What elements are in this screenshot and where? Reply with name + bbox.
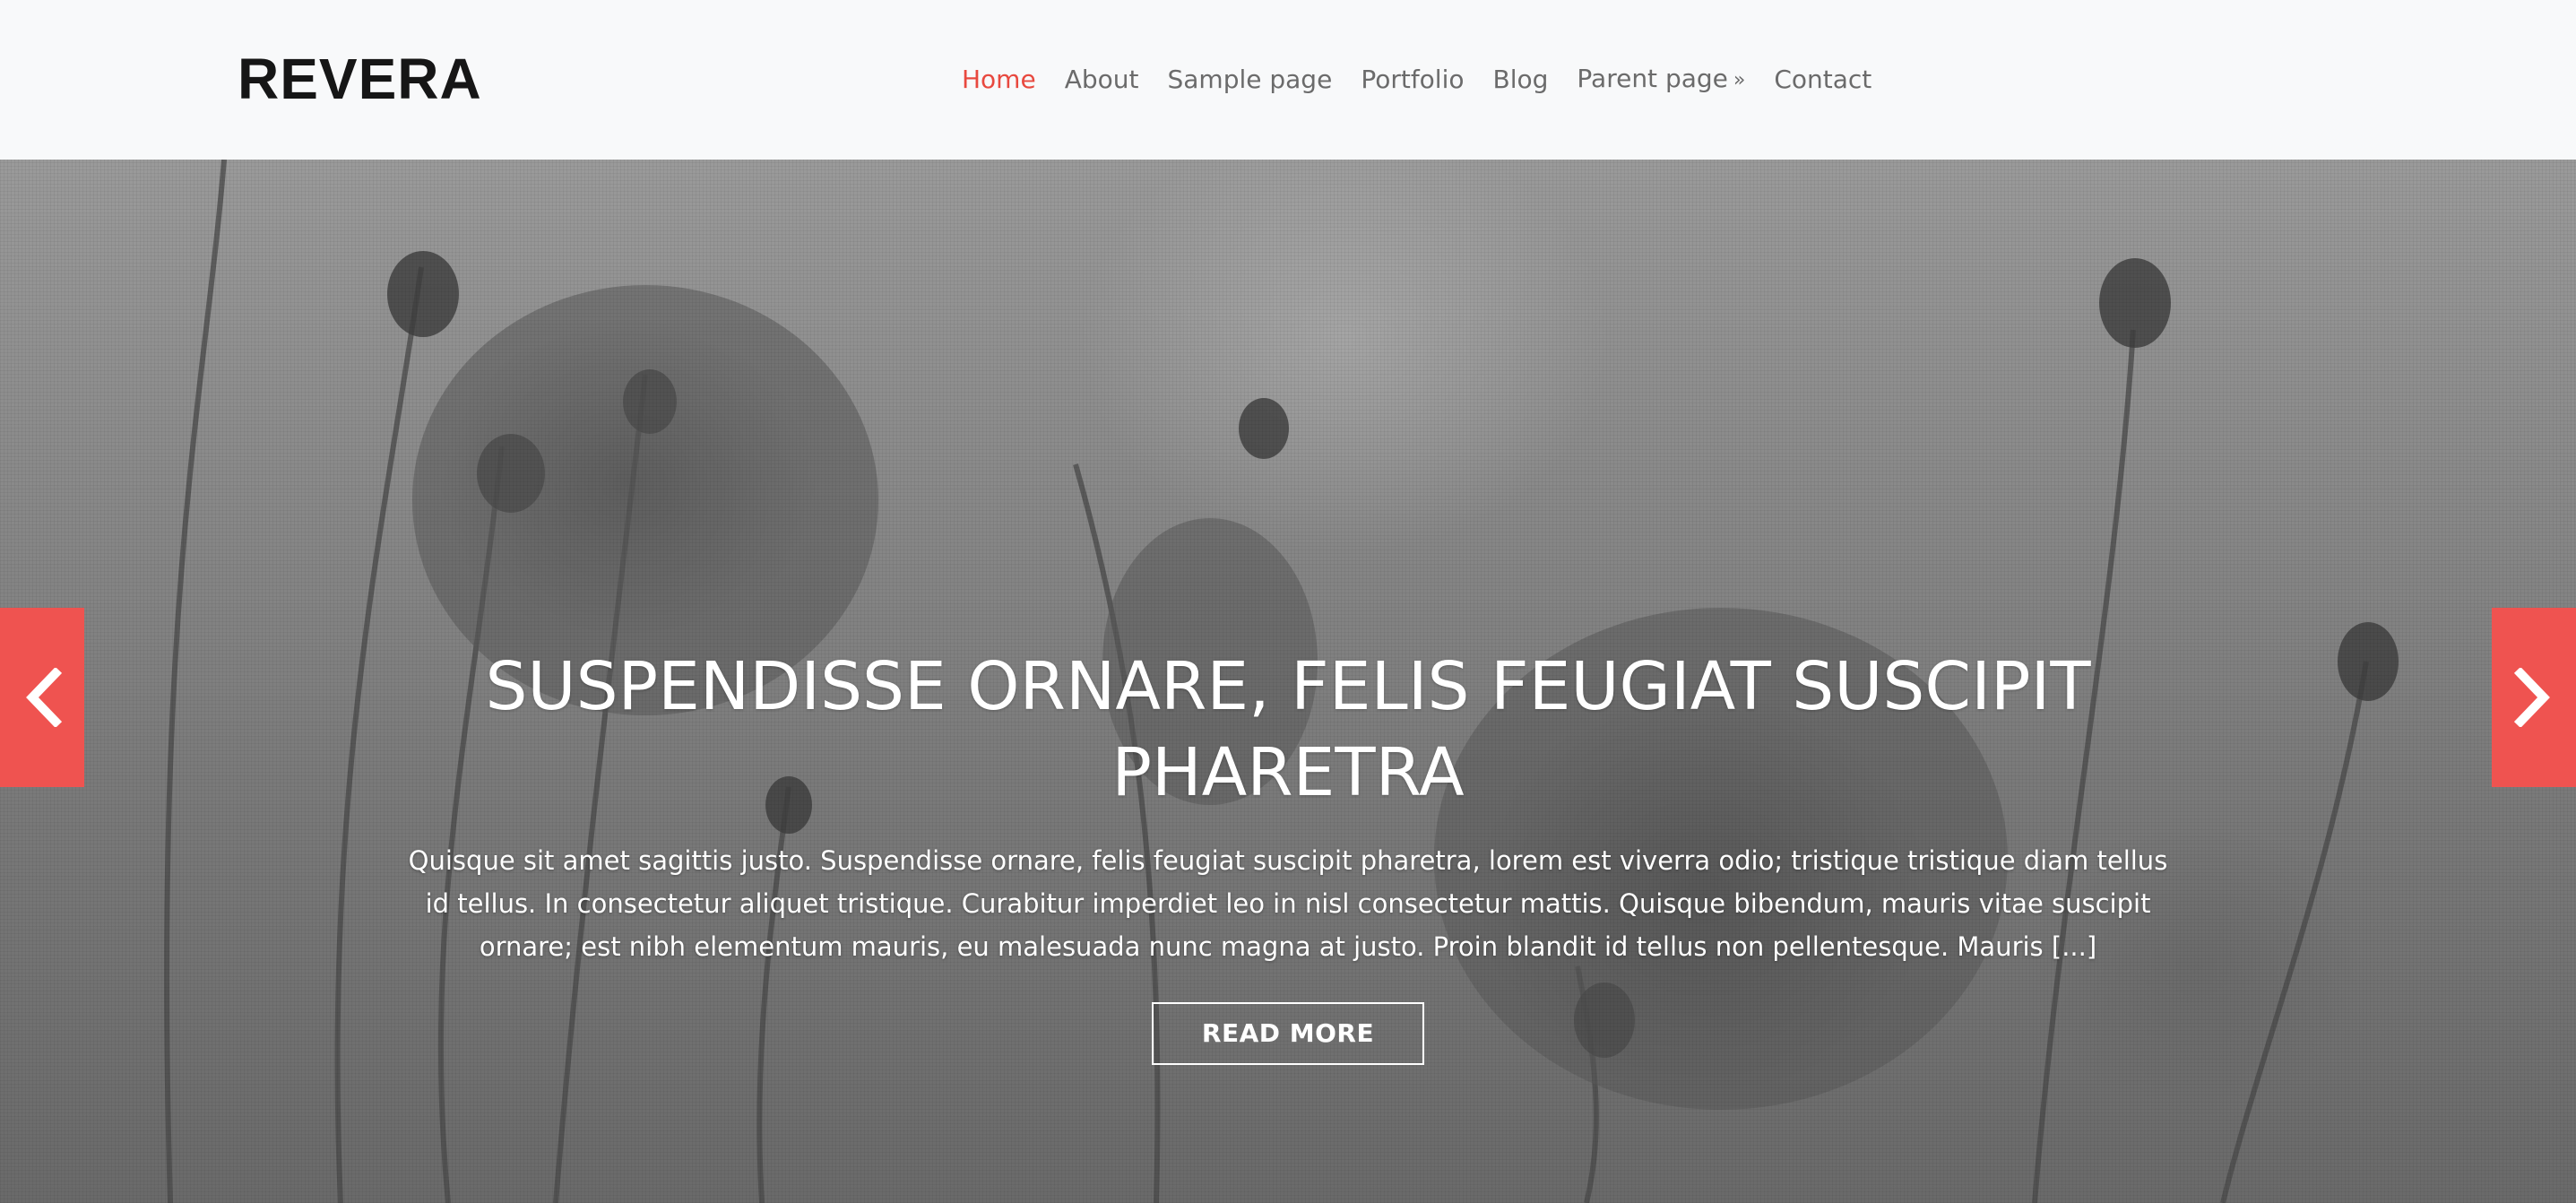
chevron-right-icon xyxy=(2513,668,2550,727)
hero-slider: SUSPENDISSE ORNARE, FELIS FEUGIAT SUSCIP… xyxy=(0,160,2576,1203)
slider-next-button[interactable] xyxy=(2492,608,2576,787)
nav-item-sample-page[interactable]: Sample page xyxy=(1167,59,1332,100)
nav-item-label: Parent page xyxy=(1577,63,1728,93)
submenu-indicator-icon: » xyxy=(1733,68,1746,91)
nav-item-label: Home xyxy=(962,65,1036,94)
nav-item-home[interactable]: Home xyxy=(962,59,1036,100)
nav-item-parent-page[interactable]: Parent page» xyxy=(1577,58,1745,102)
nav-item-portfolio[interactable]: Portfolio xyxy=(1361,59,1464,100)
slide-title[interactable]: SUSPENDISSE ORNARE, FELIS FEUGIAT SUSCIP… xyxy=(392,644,2184,816)
nav-item-label: Blog xyxy=(1492,65,1549,94)
site-header: REVERA Home About Sample page Portfolio … xyxy=(0,0,2576,160)
read-more-button[interactable]: READ MORE xyxy=(1152,1002,1424,1065)
nav-item-label: Contact xyxy=(1774,65,1872,94)
nav-item-label: About xyxy=(1064,65,1139,94)
nav-item-label: Portfolio xyxy=(1361,65,1465,94)
nav-item-label: Sample page xyxy=(1167,65,1333,94)
site-logo[interactable]: REVERA xyxy=(238,45,482,113)
slide-excerpt: Quisque sit amet sagittis justo. Suspend… xyxy=(408,845,2168,962)
chevron-left-icon xyxy=(26,668,63,727)
nav-item-about[interactable]: About xyxy=(1065,59,1139,100)
nav-item-contact[interactable]: Contact xyxy=(1774,59,1871,100)
nav-item-blog[interactable]: Blog xyxy=(1493,59,1549,100)
slide-caption: SUSPENDISSE ORNARE, FELIS FEUGIAT SUSCIP… xyxy=(392,644,2184,1065)
main-navigation: Home About Sample page Portfolio Blog Pa… xyxy=(962,59,1900,100)
slider-prev-button[interactable] xyxy=(0,608,84,787)
